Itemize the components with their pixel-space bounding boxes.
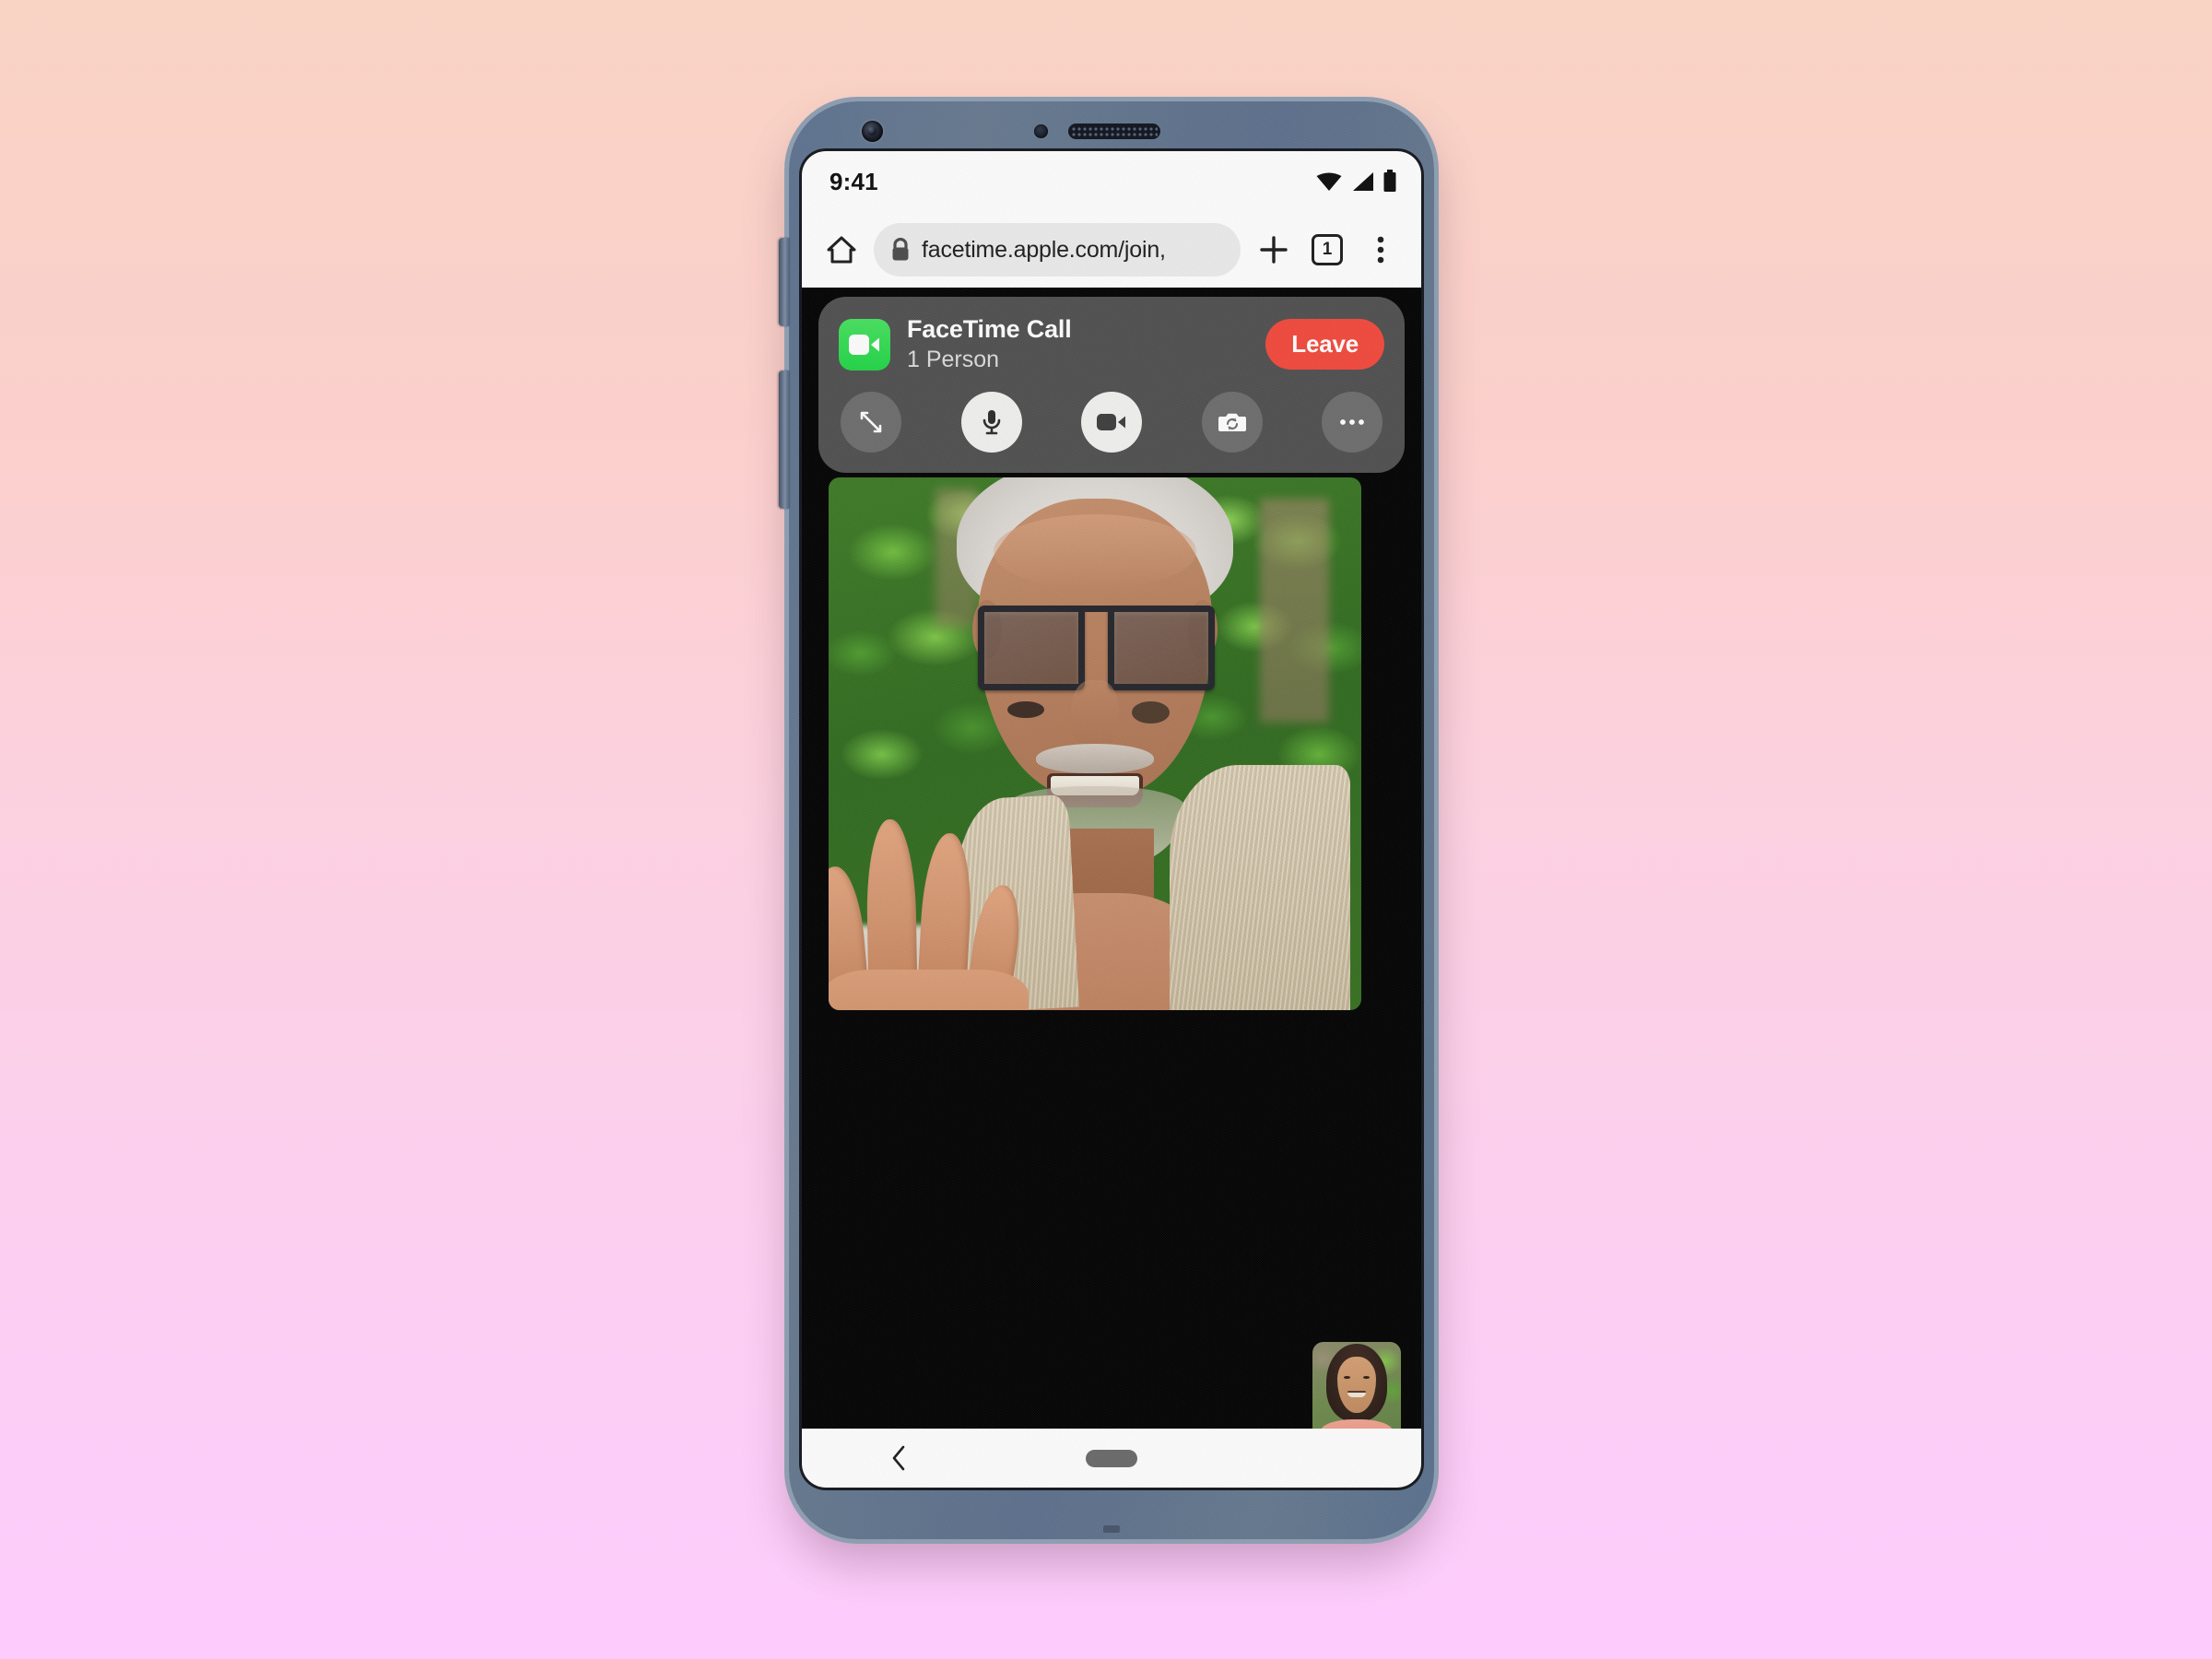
home-icon[interactable] xyxy=(822,230,861,269)
person-eyeglasses xyxy=(977,605,1216,691)
person-moustache xyxy=(1036,744,1154,773)
page-backdrop: 9:41 facetime.apple.com/join, 1 FaceTime… xyxy=(0,0,2212,1659)
person-eye-right xyxy=(1132,700,1170,724)
video-camera-button[interactable] xyxy=(1081,392,1142,453)
android-navigation-bar xyxy=(802,1429,1421,1488)
tab-switcher-button[interactable]: 1 xyxy=(1307,229,1347,270)
microphone-icon xyxy=(982,410,1000,435)
web-page-content: FaceTime Call 1 Person Leave xyxy=(802,288,1421,1488)
url-text: facetime.apple.com/join, xyxy=(922,236,1166,263)
battery-icon xyxy=(1383,170,1396,192)
overflow-menu-icon[interactable] xyxy=(1360,229,1401,270)
power-button[interactable] xyxy=(779,238,790,326)
proximity-sensor-icon xyxy=(1034,124,1048,138)
eyeglass-lens-left xyxy=(977,605,1085,691)
facetime-controls-row xyxy=(839,392,1384,453)
browser-toolbar: facetime.apple.com/join, 1 xyxy=(802,212,1421,288)
volume-button[interactable] xyxy=(779,371,790,509)
hand-palm xyxy=(829,969,1030,1010)
status-bar: 9:41 xyxy=(802,151,1421,212)
person-eye-left xyxy=(1006,700,1045,719)
eyeglass-lens-right xyxy=(1108,605,1216,691)
tab-count-label: 1 xyxy=(1312,234,1343,265)
expand-diagonal-icon xyxy=(860,411,882,433)
person-waving-hand xyxy=(829,786,1053,1010)
back-chevron-icon[interactable] xyxy=(879,1438,920,1478)
url-bar[interactable]: facetime.apple.com/join, xyxy=(874,223,1241,276)
remote-participant-person xyxy=(829,477,1361,1010)
participant-count: 1 Person xyxy=(907,347,1000,373)
eyeglass-bridge xyxy=(1063,605,1127,612)
expand-button[interactable] xyxy=(841,392,901,453)
phone-top-hardware xyxy=(789,101,1434,152)
phone-screen: 9:41 facetime.apple.com/join, 1 FaceTime… xyxy=(802,151,1421,1488)
call-title: FaceTime Call xyxy=(907,315,1072,343)
cellular-signal-icon xyxy=(1353,172,1373,191)
status-bar-icons xyxy=(1315,170,1397,194)
more-horizontal-icon xyxy=(1340,419,1364,425)
earpiece-speaker-icon xyxy=(1068,124,1160,139)
self-view-mouth xyxy=(1347,1391,1366,1398)
leave-button[interactable]: Leave xyxy=(1265,319,1384,371)
facetime-banner-titles: FaceTime Call 1 Person xyxy=(907,315,1249,373)
more-options-button[interactable] xyxy=(1322,392,1382,453)
facetime-video-icon xyxy=(839,318,890,371)
home-pill-icon[interactable] xyxy=(1086,1449,1137,1467)
flip-camera-button[interactable] xyxy=(1201,392,1263,453)
video-camera-icon xyxy=(1097,414,1125,431)
android-phone-device: 9:41 facetime.apple.com/join, 1 FaceTime… xyxy=(779,101,1434,1539)
front-camera-icon xyxy=(862,121,883,142)
person-cardigan-right xyxy=(1169,765,1351,1010)
antenna-line xyxy=(1103,1525,1120,1533)
plus-icon[interactable] xyxy=(1253,229,1294,270)
remote-participant-video[interactable] xyxy=(829,477,1361,1010)
lock-icon xyxy=(892,238,909,261)
facetime-banner-header: FaceTime Call 1 Person Leave xyxy=(839,315,1384,373)
person-forehead xyxy=(994,514,1196,590)
facetime-call-banner: FaceTime Call 1 Person Leave xyxy=(818,297,1405,474)
phone-bottom-hardware xyxy=(789,1488,1434,1539)
camera-flip-icon xyxy=(1218,413,1246,432)
wifi-icon xyxy=(1316,172,1342,191)
microphone-button[interactable] xyxy=(960,392,1022,453)
status-bar-clock: 9:41 xyxy=(830,167,878,195)
